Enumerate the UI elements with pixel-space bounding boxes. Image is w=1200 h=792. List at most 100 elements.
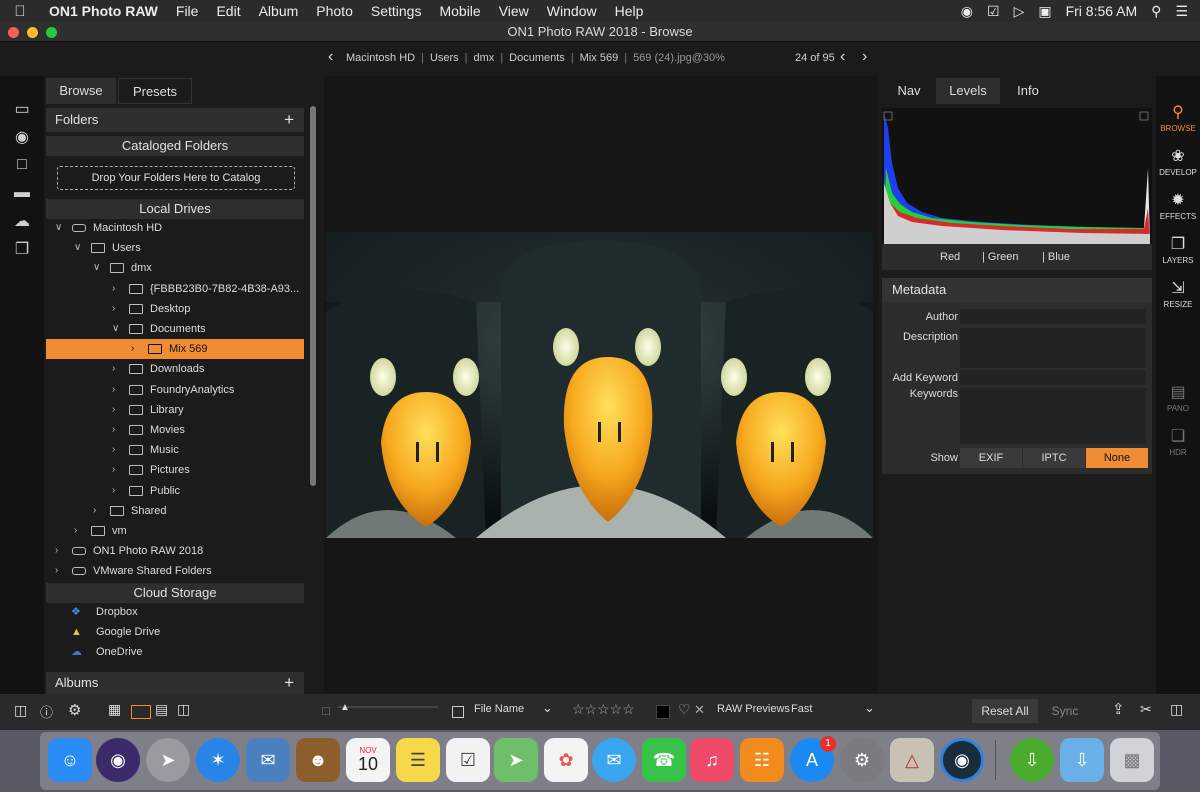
folder-tree-row[interactable]: › ON1 Photo RAW 2018 [46,541,304,561]
folders-scrollbar[interactable] [310,106,316,486]
calendar-icon[interactable]: NOV 10 [346,738,390,782]
add-album-icon[interactable]: + [284,672,294,694]
cloud-item-onedrive[interactable]: ☁ OneDrive [46,642,304,662]
display-icon[interactable]: ▣ [1038,3,1051,20]
module-browse[interactable]: ⚲ BROWSE [1156,102,1200,133]
help-icon[interactable]: ⓘ [40,702,53,721]
folder-tree-row[interactable]: › Public [46,481,304,501]
show-exif-button[interactable]: EXIF [960,448,1022,468]
chevron-right-icon[interactable]: › [112,420,115,440]
chevron-down-icon[interactable]: ∨ [55,218,62,238]
chevron-down-icon[interactable]: ∨ [74,238,81,258]
albums-header[interactable]: Albums + [46,672,304,694]
folder-tree-row[interactable]: › Desktop [46,299,304,319]
chevron-right-icon[interactable]: › [55,561,58,581]
tab-nav[interactable]: Nav [882,78,936,104]
chevron-right-icon[interactable]: › [55,541,58,561]
sort-chevron-down-icon[interactable]: ⌄ [542,700,553,716]
chevron-right-icon[interactable]: › [93,501,96,521]
close-window-button[interactable] [8,27,19,38]
filmstrip-view-icon[interactable]: ▤ [155,701,168,718]
folder-tree-row[interactable]: › VMware Shared Folders [46,561,304,581]
chevron-right-icon[interactable]: › [112,460,115,480]
maps-icon[interactable]: ➤ [494,738,538,782]
channel-blue[interactable]: | Blue [1042,244,1070,270]
breadcrumb-item[interactable]: Mix 569 [580,52,619,64]
folder-tree-row[interactable]: › Movies [46,420,304,440]
launchpad-icon[interactable]: ➤ [146,738,190,782]
system-preferences-icon[interactable]: ⚙ [840,738,884,782]
compare-view-icon[interactable]: ◫ [177,701,190,718]
menu-album[interactable]: Album [250,3,308,19]
breadcrumb-item[interactable]: Documents [509,52,565,64]
metadata-title[interactable]: Metadata [882,278,1152,302]
next-photo-icon[interactable]: › [862,48,867,66]
share-icon[interactable]: ⇪ [1112,700,1125,718]
description-field[interactable] [960,328,1146,368]
folder-tree-row[interactable]: › Mix 569 [46,339,304,360]
folder-tree-row[interactable]: › Music [46,440,304,460]
menu-window[interactable]: Window [538,3,606,19]
channel-green[interactable]: | Green [982,244,1019,270]
tab-info[interactable]: Info [1000,78,1056,104]
chevron-right-icon[interactable]: › [74,521,77,541]
show-iptc-button[interactable]: IPTC [1023,448,1085,468]
sort-field-select[interactable]: File Name [474,703,524,715]
settings-gear-icon[interactable]: ⚙ [68,701,81,719]
ibooks-icon[interactable]: ☷ [740,738,784,782]
keywords-field[interactable] [960,388,1146,444]
raw-previews-select[interactable]: Fast [791,703,812,715]
chevron-right-icon[interactable]: › [112,299,115,319]
messages-icon[interactable]: ✉ [592,738,636,782]
menu-app-name[interactable]: ON1 Photo RAW [40,3,167,19]
menu-settings[interactable]: Settings [362,3,431,19]
toggle-right-panel-icon[interactable]: ◫ [1170,701,1183,718]
module-effects[interactable]: ✹ EFFECTS [1156,190,1200,221]
previews-chevron-down-icon[interactable]: ⌄ [864,700,875,716]
menu-photo[interactable]: Photo [307,3,362,19]
module-hdr[interactable]: ❏ HDR [1156,426,1200,457]
instruments-icon[interactable]: △ [890,738,934,782]
menu-view[interactable]: View [490,3,538,19]
chevron-right-icon[interactable]: › [112,380,115,400]
folder-tree-row[interactable]: › FoundryAnalytics [46,380,304,400]
breadcrumb-item[interactable]: Users [430,52,459,64]
tab-browse[interactable]: Browse [46,78,116,104]
like-filter-icon[interactable]: ♡ [678,701,691,718]
add-folder-icon[interactable]: + [284,108,294,132]
chevron-right-icon[interactable]: › [112,481,115,501]
grid-view-icon[interactable]: ▦ [108,701,121,718]
breadcrumb-item[interactable]: Macintosh HD [346,52,415,64]
mail-icon[interactable]: ✉ [246,738,290,782]
chevron-down-icon[interactable]: ∨ [112,319,119,339]
module-develop[interactable]: ❀ DEVELOP [1156,146,1200,177]
breadcrumb-item[interactable]: dmx [474,52,495,64]
drive-icon[interactable]: ▬ [11,182,33,204]
safari-icon[interactable]: ✶ [196,738,240,782]
edit-in-icon[interactable]: ✂ [1140,701,1152,718]
tab-presets[interactable]: Presets [118,78,192,104]
star-rating-filter[interactable]: ☆☆☆☆☆ [572,701,635,718]
notification-center-icon[interactable]: ☰ [1175,3,1188,20]
path-back-chevron-icon[interactable]: ‹ [328,48,333,66]
chevron-right-icon[interactable]: › [131,339,134,359]
toggle-left-panel-icon[interactable]: ◫ [14,702,27,719]
reminders-icon[interactable]: ☑ [446,738,490,782]
folder-tree-row[interactable]: ∨ Macintosh HD [46,218,304,238]
previous-photo-icon[interactable]: ‹ [840,48,845,66]
folders-header[interactable]: Folders + [46,108,304,132]
apple-menu-icon[interactable]:  [0,3,40,20]
menu-mobile[interactable]: Mobile [430,3,489,19]
folder-tree-row[interactable]: ∨ Users [46,238,304,258]
folder-tree-row[interactable]: ∨ dmx [46,258,304,278]
facetime-icon[interactable]: ☎ [642,738,686,782]
clock[interactable]: Fri 8:56 AM [1066,3,1138,19]
folder-tree-row[interactable]: › Shared [46,501,304,521]
channel-red[interactable]: Red [940,244,960,270]
on1-photo-raw-icon[interactable]: ◉ [940,738,984,782]
module-layers[interactable]: ❐ LAYERS [1156,234,1200,265]
notes-icon[interactable]: ☰ [396,738,440,782]
minimize-window-button[interactable] [27,27,38,38]
add-keyword-field[interactable] [960,370,1146,385]
folder-tree-row[interactable]: › Pictures [46,460,304,480]
